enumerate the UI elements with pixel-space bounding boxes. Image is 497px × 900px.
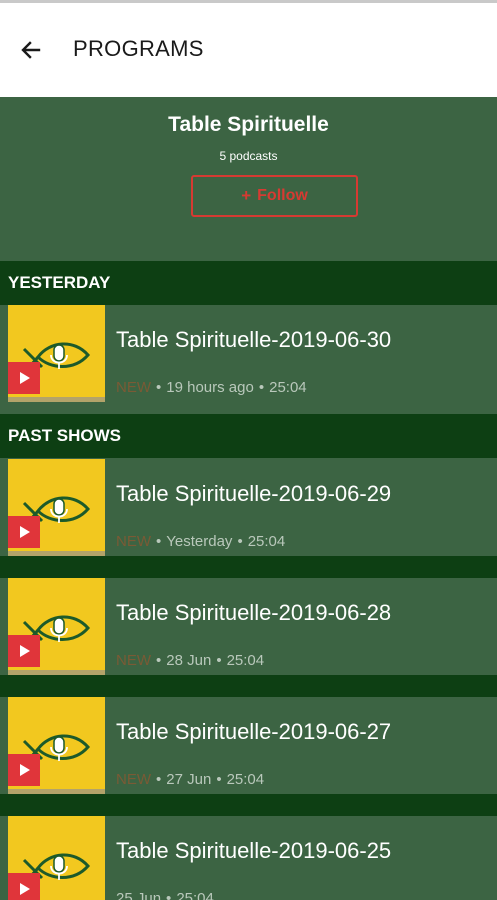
play-button[interactable]: [8, 873, 40, 900]
episode-duration: 25:04: [176, 890, 214, 900]
program-title: Table Spirituelle: [168, 113, 329, 136]
episode-title: Table Spirituelle-2019-06-30: [116, 327, 392, 352]
meta-separator: •: [166, 890, 172, 900]
episode-title: Table Spirituelle-2019-06-27: [116, 719, 392, 744]
divider: [0, 675, 497, 697]
episode-duration: 25:04: [247, 533, 286, 550]
play-button[interactable]: [8, 516, 40, 548]
new-badge: NEW: [116, 533, 151, 550]
episode-thumbnail: [8, 578, 105, 675]
episode-title: Table Spirituelle-2019-06-28: [116, 600, 392, 625]
episode-duration: 25:04: [226, 652, 265, 669]
episode-meta: NEW • Yesterday • 25:04: [116, 533, 285, 550]
episode-meta: NEW • 27 Jun • 25:04: [116, 771, 264, 788]
back-button[interactable]: [14, 33, 48, 67]
program-header: Table Spirituelle 5 podcasts + Follow: [0, 97, 497, 261]
meta-separator: •: [237, 533, 243, 550]
episode-date: 28 Jun: [166, 652, 212, 669]
episode-date: Yesterday: [166, 533, 233, 550]
section-header-past-shows: PAST SHOWS: [0, 414, 497, 458]
meta-separator: •: [258, 379, 265, 396]
meta-separator: •: [216, 771, 222, 788]
page-title: PROGRAMS: [73, 36, 204, 61]
episode-date: 19 hours ago: [166, 379, 254, 396]
play-icon: [20, 764, 30, 776]
new-badge: NEW: [116, 771, 151, 788]
episode-meta: •25 Jun•25:04: [116, 890, 214, 900]
episode-item[interactable]: Table Spirituelle-2019-06-25 •25 Jun•25:…: [8, 816, 497, 900]
play-button[interactable]: [8, 635, 40, 667]
episode-meta: NEW • 19 hours ago • 25:04: [116, 379, 307, 396]
play-button[interactable]: [8, 754, 40, 786]
section-header-yesterday: YESTERDAY: [0, 261, 497, 305]
episode-item[interactable]: Table Spirituelle-2019-06-30 NEW • 19 hour…: [8, 305, 497, 402]
episode-thumbnail: [8, 459, 105, 556]
thumbnail-shade: [8, 397, 105, 402]
episode-title: Table Spirituelle-2019-06-29: [116, 481, 392, 506]
episode-date: 27 Jun: [166, 771, 212, 788]
play-icon: [20, 526, 30, 538]
app-bar: PROGRAMS: [0, 0, 497, 97]
episode-thumbnail: [8, 305, 105, 402]
follow-label: Follow: [257, 187, 308, 204]
play-icon: [20, 883, 30, 895]
podcast-count: 5 podcasts: [219, 149, 278, 163]
meta-separator: •: [156, 379, 162, 396]
play-icon: [20, 372, 30, 384]
episode-item[interactable]: Table Spirituelle-2019-06-28 NEW • 28 Jun •…: [8, 578, 497, 675]
meta-separator: •: [156, 771, 162, 788]
divider: [0, 794, 497, 816]
plus-icon: +: [241, 186, 252, 205]
episode-duration: 25:04: [226, 771, 265, 788]
play-icon: [20, 645, 30, 657]
episode-thumbnail: [8, 816, 105, 900]
meta-separator: •: [216, 652, 222, 669]
play-button[interactable]: [8, 362, 40, 394]
episode-item[interactable]: Table Spirituelle-2019-06-29 NEW • Yesterd…: [8, 459, 497, 556]
episode-meta: NEW • 28 Jun • 25:04: [116, 652, 264, 669]
meta-separator: •: [156, 652, 162, 669]
episode-date: 25 Jun: [116, 890, 162, 900]
divider: [0, 556, 497, 578]
new-badge: NEW: [116, 379, 151, 396]
new-badge: NEW: [116, 652, 151, 669]
episode-duration: 25:04: [269, 379, 307, 396]
episode-item[interactable]: Table Spirituelle-2019-06-27 NEW • 27 Jun •…: [8, 697, 497, 794]
meta-separator: •: [156, 533, 162, 550]
follow-button[interactable]: + Follow: [191, 175, 358, 217]
episode-thumbnail: [8, 697, 105, 794]
episode-title: Table Spirituelle-2019-06-25: [116, 838, 392, 863]
arrow-left-icon: [21, 41, 41, 59]
